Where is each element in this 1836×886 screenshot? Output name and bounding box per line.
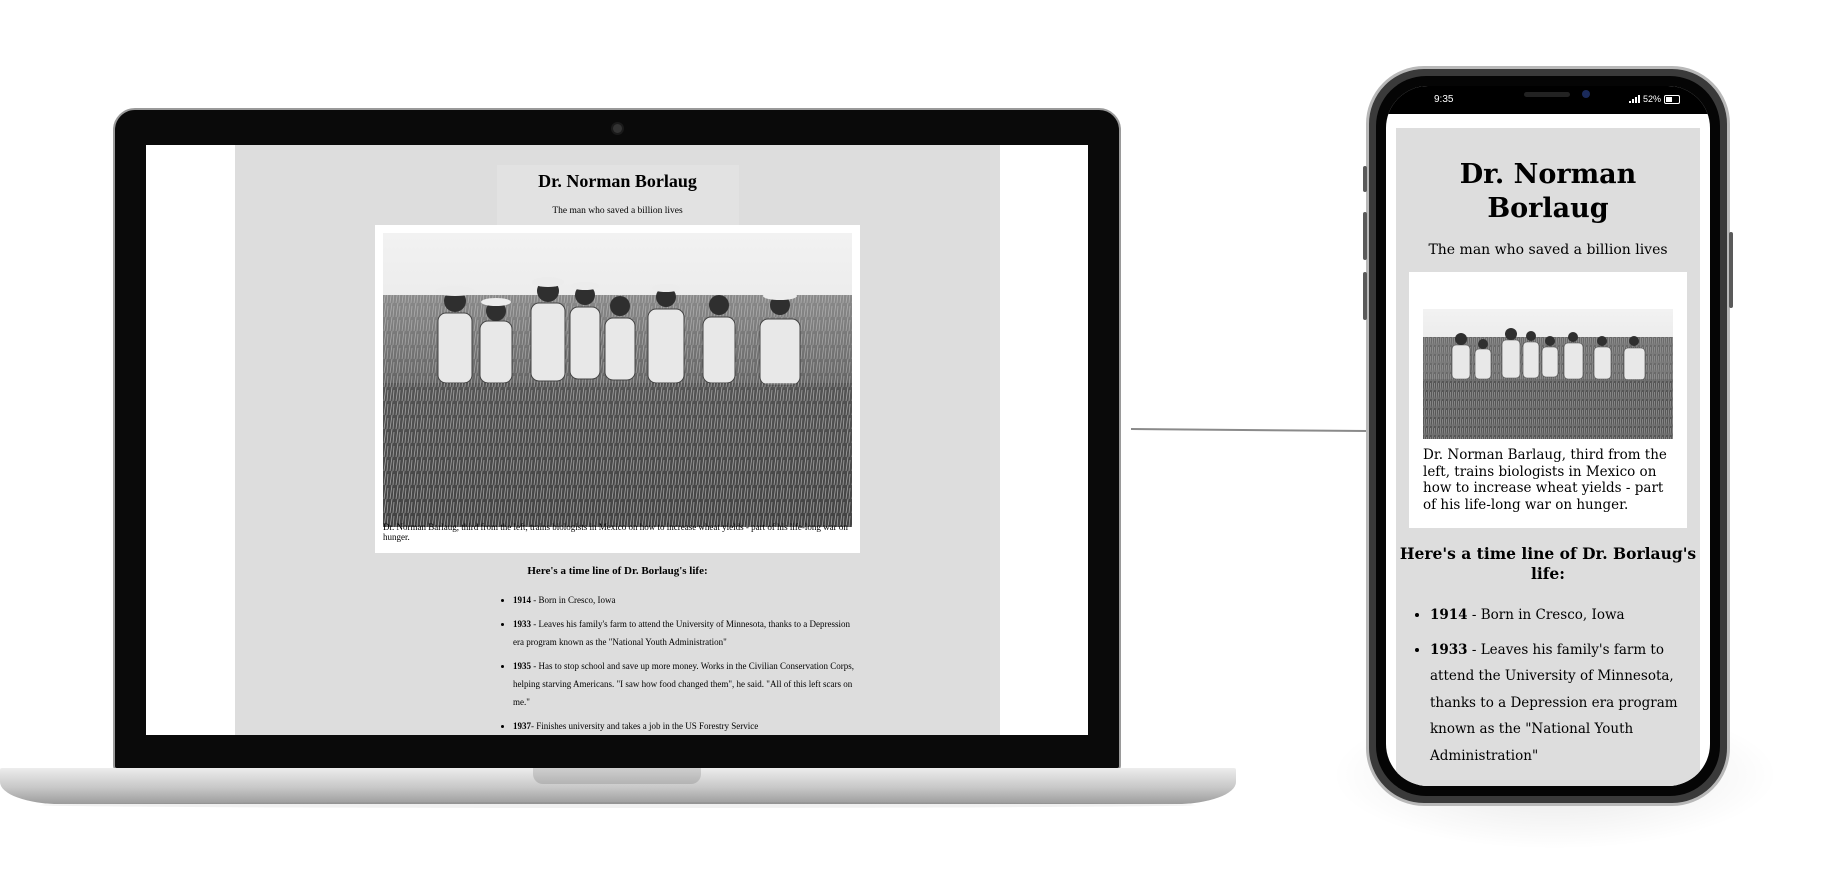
- laptop-shadow: [40, 802, 1196, 808]
- image-figure: Dr. Norman Barlaug, third from the left,…: [1409, 272, 1687, 528]
- timeline-text: - Leaves his family's farm to attend the…: [513, 619, 851, 647]
- timeline-year: 1933: [513, 619, 531, 629]
- page-title: Dr. Norman Borlaug: [1459, 159, 1637, 224]
- laptop-screen: Dr. Norman Borlaug The man who saved a b…: [146, 145, 1088, 735]
- front-camera-icon: [1582, 90, 1590, 98]
- wheat-field-photo-image: [1423, 309, 1673, 439]
- timeline-year: 1933: [1430, 641, 1468, 658]
- image-caption: Dr. Norman Barlaug, third from the left,…: [1423, 447, 1667, 513]
- timeline-list: 1914 - Born in Cresco, Iowa 1933 - Leave…: [501, 591, 861, 735]
- laptop-lid-notch: [533, 768, 701, 784]
- connector-line: [1130, 428, 1367, 433]
- timeline-item: 1937- Finishes university and takes a jo…: [513, 717, 861, 735]
- phone-volume-down-button: [1363, 272, 1367, 320]
- phone-tribute-page: Dr. Norman Borlaug The man who saved a b…: [1396, 128, 1700, 786]
- wheat-field-photo-image: [383, 233, 852, 527]
- page-title: Dr. Norman Borlaug: [496, 165, 739, 197]
- timeline-year: 1937: [513, 721, 531, 731]
- page-subtitle: The man who saved a billion lives: [1428, 242, 1668, 258]
- borlaug-photo: [1423, 309, 1673, 439]
- timeline-heading: Here's a time line of Dr. Borlaug's life…: [1399, 544, 1697, 583]
- speaker-icon: [1524, 92, 1570, 97]
- phone-status-bar: 9:35 52%: [1386, 86, 1710, 114]
- timeline-year: 1914: [513, 595, 531, 605]
- phone-volume-up-button: [1363, 212, 1367, 260]
- timeline-text: - Born in Cresco, Iowa: [1467, 607, 1625, 623]
- timeline-item: 1933 - Leaves his family's farm to atten…: [513, 615, 861, 651]
- timeline-text: - Finishes university and takes a job in…: [531, 721, 759, 731]
- phone-power-button: [1729, 232, 1733, 308]
- signal-icon: [1628, 95, 1640, 103]
- timeline-item: 1914 - Born in Cresco, Iowa: [513, 591, 861, 609]
- page-subtitle: The man who saved a billion lives: [496, 197, 739, 225]
- borlaug-photo: [383, 233, 852, 527]
- phone-mute-switch: [1363, 166, 1367, 192]
- laptop-tribute-page: Dr. Norman Borlaug The man who saved a b…: [235, 145, 1000, 735]
- status-time: 9:35: [1434, 94, 1454, 105]
- timeline-item: 1914 - Born in Cresco, Iowa: [1430, 602, 1690, 629]
- phone-screen: 9:35 52% Dr. Norman Borlaug The man who …: [1386, 86, 1710, 786]
- timeline-item: 1933 - Leaves his family's farm to atten…: [1430, 637, 1690, 770]
- timeline-item: 1935 - Has to stop school and save up mo…: [513, 657, 861, 711]
- timeline-heading: Here's a time line of Dr. Borlaug's life…: [527, 565, 708, 577]
- image-caption: Dr. Norman Barlaug, third from the left,…: [383, 522, 848, 542]
- battery-icon: [1664, 94, 1680, 104]
- timeline-text: - Born in Cresco, Iowa: [531, 595, 616, 605]
- image-figure: Dr. Norman Barlaug, third from the left,…: [375, 225, 860, 553]
- timeline-text: - Leaves his family's farm to attend the…: [1430, 641, 1678, 764]
- timeline-year: 1935: [513, 661, 531, 671]
- timeline-text: - Has to stop school and save up more mo…: [513, 661, 854, 707]
- battery-percent: 52%: [1642, 94, 1661, 104]
- status-indicators: 52%: [1628, 94, 1680, 104]
- timeline-year: 1914: [1430, 607, 1468, 623]
- timeline-list: 1914 - Born in Cresco, Iowa 1933 - Leave…: [1430, 602, 1690, 769]
- laptop-camera: [613, 124, 622, 133]
- phone-notch: [1476, 86, 1620, 112]
